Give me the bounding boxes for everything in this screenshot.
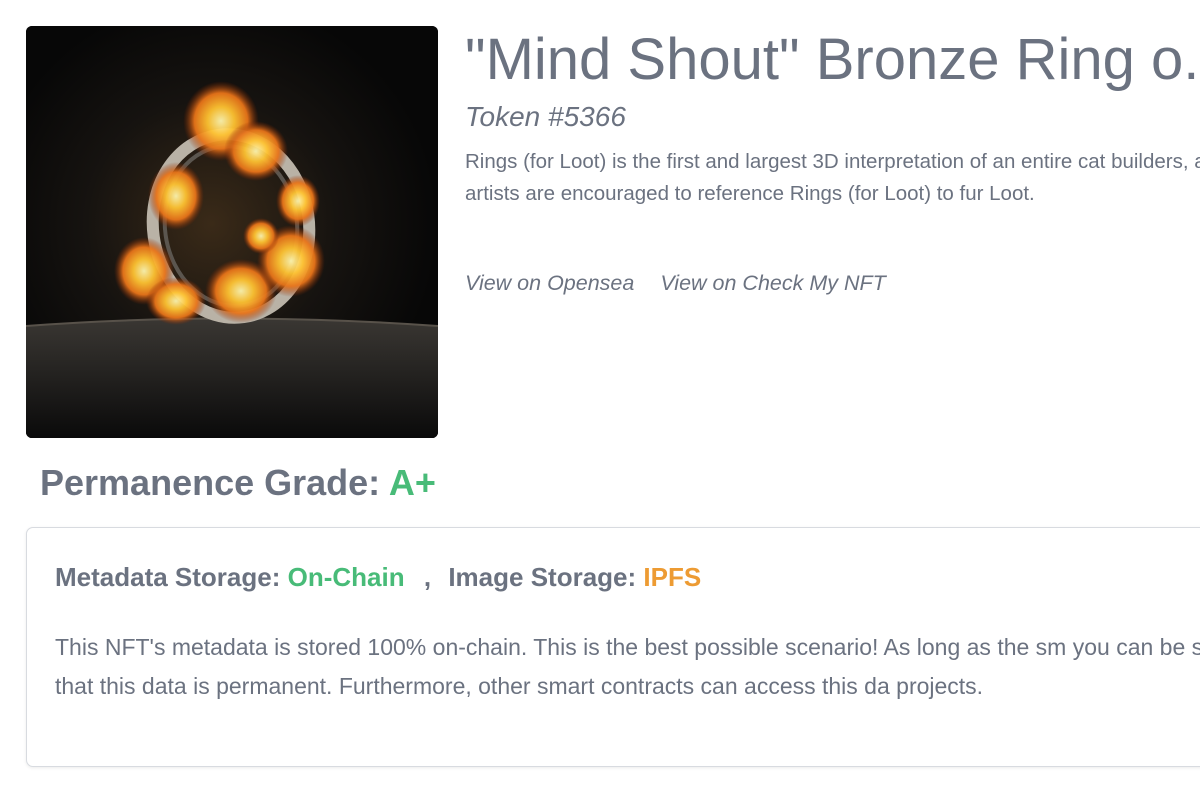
image-storage-value: IPFS — [643, 562, 702, 592]
permanence-grade-value: A+ — [388, 462, 436, 503]
permanence-grade-label: Permanence Grade: — [40, 462, 381, 503]
nft-description: Rings (for Loot) is the first and larges… — [465, 150, 1200, 205]
nft-detail-page: "Mind Shout" Bronze Ring o... Token #536… — [0, 0, 1200, 786]
nft-image — [26, 26, 438, 438]
nft-title: "Mind Shout" Bronze Ring o... — [465, 27, 1200, 92]
token-id: Token #5366 — [465, 101, 626, 132]
storage-explanation: This NFT's metadata is stored 100% on-ch… — [55, 634, 1200, 699]
storage-card: Metadata Storage: On-Chain , Image Stora… — [26, 527, 1200, 767]
view-on-opensea-link[interactable]: View on Opensea — [465, 268, 634, 298]
external-links: View on Opensea View on Check My NFT — [465, 268, 886, 298]
storage-summary: Metadata Storage: On-Chain , Image Stora… — [55, 560, 701, 594]
permanence-grade-heading: Permanence Grade: A+ — [40, 460, 436, 506]
metadata-storage-value: On-Chain — [287, 562, 405, 592]
image-storage-label: Image Storage: — [448, 562, 637, 592]
view-on-check-my-nft-link[interactable]: View on Check My NFT — [660, 268, 885, 298]
metadata-storage-label: Metadata Storage: — [55, 562, 281, 592]
storage-separator: , — [423, 562, 432, 592]
